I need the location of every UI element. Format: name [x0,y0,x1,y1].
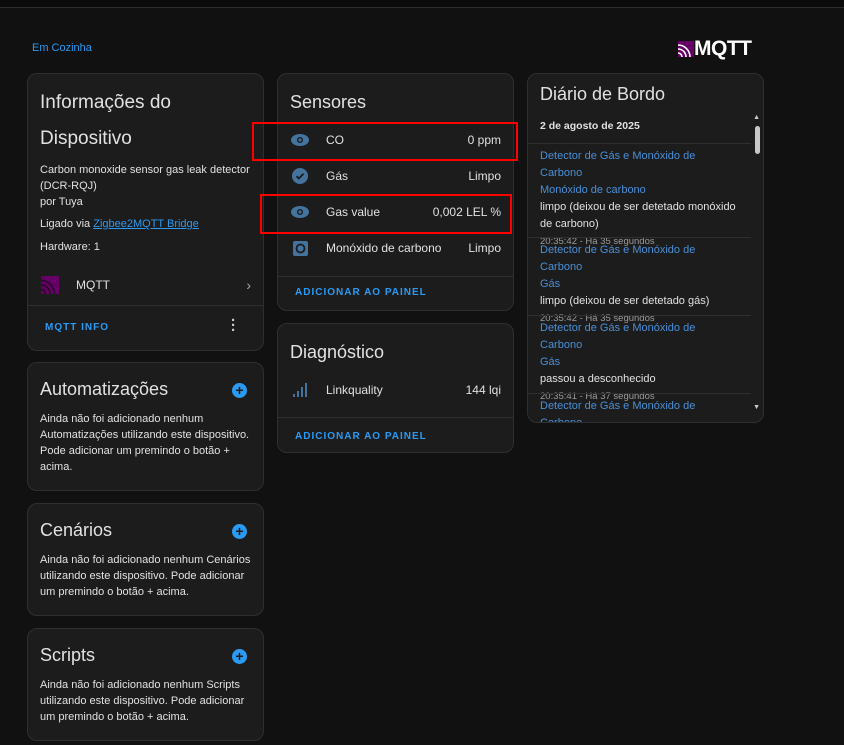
model: Carbon monoxide sensor gas leak detector [40,164,250,176]
card-title: Diário de Bordo [540,84,666,104]
connected-via: Ligado via Zigbee2MQTT Bridge [40,216,251,232]
highlight-co [252,122,518,161]
more-options-icon[interactable]: · · · [231,313,236,338]
add-to-dashboard-button[interactable]: ADICIONAR AO PAINEL [295,287,427,298]
add-scene-button[interactable]: + [232,524,247,539]
empty-text: Ainda não foi adicionado nenhum Automati… [40,413,250,473]
mqtt-icon [40,276,60,294]
card-title: Diagnóstico [290,342,385,362]
mqtt-logo-icon [678,41,694,57]
empty-text: Ainda não foi adicionado nenhum Scripts … [40,679,245,723]
hardware: Hardware: 1 [40,241,100,253]
mqtt-logo: MQTT [678,37,752,61]
breadcrumb-area[interactable]: Em Cozinha [32,42,92,54]
log-entity-link[interactable]: Detector de Gás e Monóxido de Carbono [540,242,739,276]
scrollbar-thumb[interactable] [755,126,760,154]
add-script-button[interactable]: + [232,649,247,664]
diagnostic-linkquality[interactable]: Linkquality 144 lqi [290,378,501,402]
log-entity-sub[interactable]: Gás [540,354,739,371]
smoke-detector-icon [290,240,310,256]
log-entity-sub[interactable]: Monóxido de carbono [540,182,739,199]
signal-icon [290,383,310,397]
logbook-card: Diário de Bordo 2 de agosto de 2025 Dete… [527,73,764,423]
integration-label: MQTT [76,278,110,292]
manufacturer: por Tuya [40,196,83,208]
top-bar [0,0,844,8]
diagnostics-card: Diagnóstico Linkquality 144 lqi ADICIONA… [277,323,514,453]
scroll-down-arrow[interactable]: ▼ [753,404,760,411]
divider [278,276,513,277]
sensor-value: Limpo [468,241,501,255]
scenes-card: Cenários + Ainda não foi adicionado nenh… [27,503,264,616]
card-title-cont: Dispositivo [40,128,132,149]
sensor-gas[interactable]: Gás Limpo [290,164,501,188]
mqtt-logo-text: MQTT [694,37,752,60]
sensor-name: Gás [326,169,349,183]
check-circle-icon [290,168,310,184]
diagnostic-name: Linkquality [326,383,383,397]
device-info-card: Informações do Dispositivo Carbon monoxi… [27,73,264,351]
sensors-card: Sensores CO 0 ppm Gás Limpo Gas value 0,… [277,73,514,311]
divider [278,417,513,418]
log-entity-sub[interactable]: Gás [540,276,739,293]
log-entity-link[interactable]: Detector de Gás e Monóxido de Carbono [540,148,739,182]
log-entry: Detector de Gás e Monóxido de Carbono [528,398,751,422]
automations-card: Automatizações + Ainda não foi adicionad… [27,362,264,491]
divider [28,305,263,306]
divider [528,143,751,144]
log-date: 2 de agosto de 2025 [540,120,640,132]
chevron-right-icon: › [246,277,251,293]
sensor-name: Monóxido de carbono [326,241,442,255]
card-title: Scripts [40,645,96,665]
scroll-up-arrow[interactable]: ▲ [753,114,760,121]
connected-label: Ligado via [40,218,94,230]
log-entity-link[interactable]: Detector de Gás e Monóxido de Carbono [540,320,739,354]
device-model: Carbon monoxide sensor gas leak detector… [40,162,251,210]
divider [528,393,751,394]
log-message: passou a desconhecido [540,373,656,385]
add-automation-button[interactable]: + [232,383,247,398]
sensor-value: Limpo [468,169,501,183]
card-title: Informações do [40,92,171,113]
log-entity-link[interactable]: Detector de Gás e Monóxido de Carbono [540,398,739,422]
mqtt-info-button[interactable]: MQTT INFO [45,322,109,333]
add-to-dashboard-button[interactable]: ADICIONAR AO PAINEL [295,431,427,442]
log-message: limpo (deixou de ser detetado monóxido d… [540,201,736,230]
card-title: Automatizações [40,379,169,399]
bridge-link[interactable]: Zigbee2MQTT Bridge [93,218,199,230]
scripts-card: Scripts + Ainda não foi adicionado nenhu… [27,628,264,741]
highlight-gas-value [260,194,512,234]
sensor-carbon-monoxide[interactable]: Monóxido de carbono Limpo [290,236,501,260]
integration-mqtt[interactable]: MQTT › [40,273,251,297]
model-id: (DCR-RQJ) [40,180,97,192]
log-message: limpo (deixou de ser detetado gás) [540,295,710,307]
empty-text: Ainda não foi adicionado nenhum Cenários… [40,554,251,598]
card-title: Cenários [40,520,113,540]
diagnostic-value: 144 lqi [465,383,501,397]
card-title: Sensores [290,92,367,112]
log-entry: Detector de Gás e Monóxido de Carbono Mo… [528,148,751,250]
divider [528,237,751,238]
divider [528,315,751,316]
